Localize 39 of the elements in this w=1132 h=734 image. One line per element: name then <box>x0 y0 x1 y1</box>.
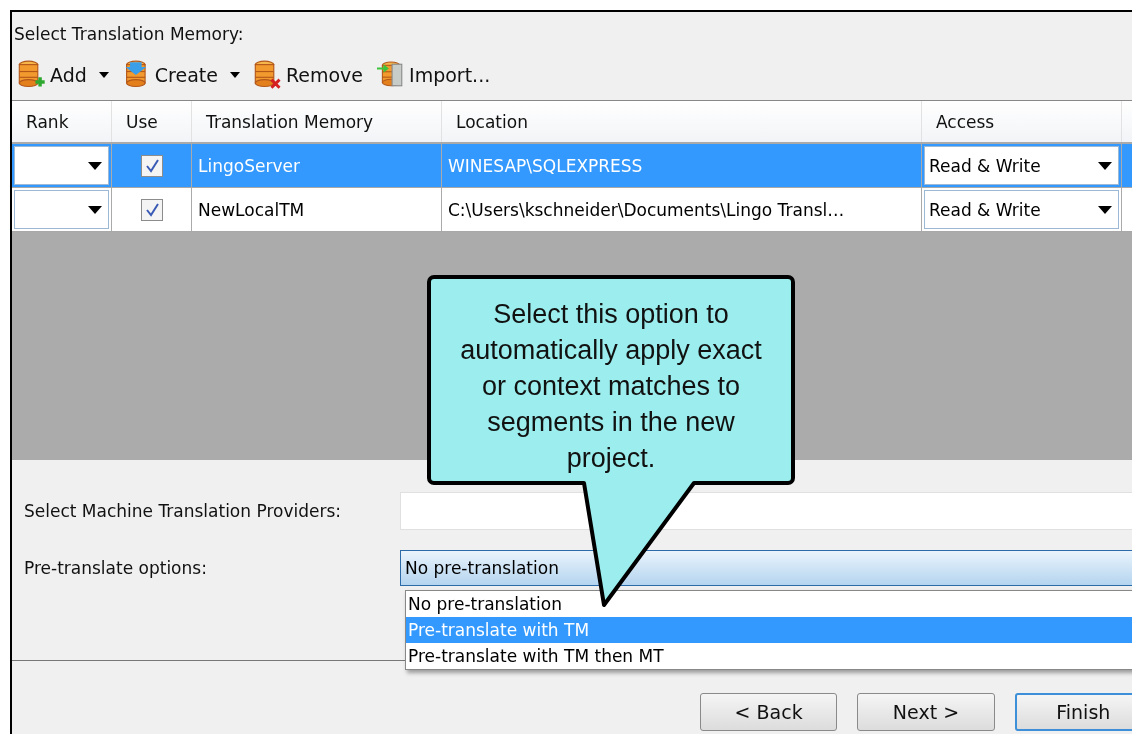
dropdown-option[interactable]: No pre-translation <box>406 591 1132 617</box>
table-cell: C:\Users\kschneider\Documents\Lingo Transl… <box>442 188 922 231</box>
caret-icon <box>229 72 240 78</box>
dialog-button[interactable]: Next > <box>857 693 995 731</box>
database-x-icon <box>253 60 282 90</box>
dropdown-option[interactable]: Pre-translate with TM then MT <box>406 643 1132 669</box>
rank-dropdown[interactable] <box>14 190 109 229</box>
callout-text: Select this option to automatically apply exact or context matches to segments in the new project. <box>459 298 763 475</box>
column-header[interactable]: Rank <box>12 101 112 142</box>
toolbar-button[interactable]: Import... <box>377 60 491 90</box>
column-header[interactable]: Access <box>922 101 1122 142</box>
table-row[interactable]: LingoServer WINESAP\SQLEXPRESS Read & Write <box>12 144 1132 188</box>
dialog-button[interactable]: < Back <box>700 693 838 731</box>
toolbar-button[interactable]: Remove <box>253 60 364 90</box>
field-label: Select Machine Translation Providers: <box>24 501 343 521</box>
toolbar-button[interactable]: Add <box>18 60 109 90</box>
access-dropdown[interactable]: Read & Write <box>924 146 1119 185</box>
caret-icon <box>1098 205 1112 214</box>
field-label: Pre-translate options: <box>24 558 208 578</box>
caret-icon <box>1098 161 1112 170</box>
table-cell: WINESAP\SQLEXPRESS <box>442 144 922 187</box>
rank-dropdown[interactable] <box>14 146 109 185</box>
toolbar-button[interactable]: Create <box>122 60 240 90</box>
table-row[interactable]: NewLocalTM C:\Users\kschneider\Documents\Lingo Transl… Read & Write <box>12 188 1132 232</box>
use-checkbox[interactable] <box>140 198 163 221</box>
use-checkbox[interactable] <box>140 154 163 177</box>
dialog-button[interactable]: Finish <box>1014 693 1132 731</box>
caret-icon <box>88 161 102 170</box>
section-heading: Select Translation Memory: <box>13 23 245 46</box>
pretranslate-dropdown[interactable]: No pre-translation <box>400 550 1132 586</box>
database-plus-icon <box>18 60 46 90</box>
column-header[interactable]: Translation Memory <box>192 101 442 142</box>
column-header[interactable]: Location <box>442 101 922 142</box>
caret-icon <box>98 72 109 78</box>
caret-icon <box>88 205 102 214</box>
column-header[interactable]: Use <box>112 101 192 142</box>
table-cell: LingoServer <box>192 144 442 187</box>
table-cell: NewLocalTM <box>192 188 442 231</box>
access-dropdown[interactable]: Read & Write <box>924 190 1119 229</box>
